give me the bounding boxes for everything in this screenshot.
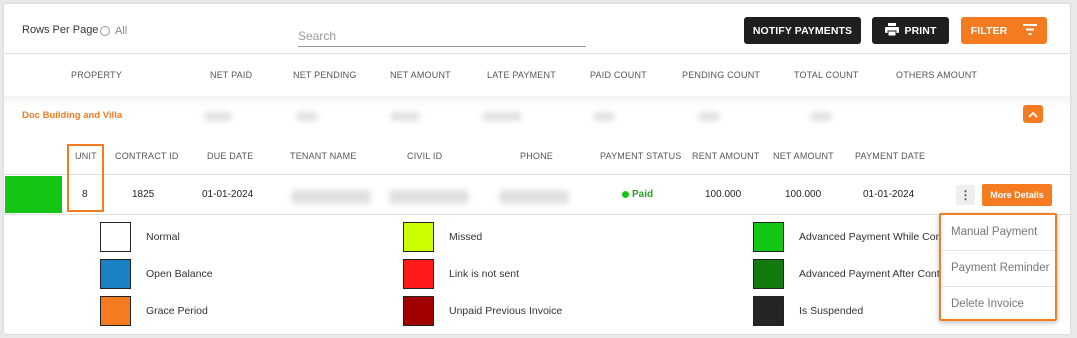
redacted-value <box>390 112 420 121</box>
kebab-menu-icon: ⋮ <box>959 188 972 202</box>
filter-label: FILTER <box>970 24 1008 37</box>
menu-item-manual-payment[interactable]: Manual Payment <box>941 215 1055 249</box>
group-row[interactable] <box>4 96 1070 134</box>
row-actions-button[interactable]: ⋮ <box>956 185 975 205</box>
header-late-payment: LATE PAYMENT <box>487 70 556 80</box>
col-payment-date: PAYMENT DATE <box>855 151 926 161</box>
status-dot-icon <box>622 191 629 198</box>
redacted-tenant-name <box>291 190 371 204</box>
redacted-phone <box>499 190 569 204</box>
col-civil-id: CIVIL ID <box>407 151 443 161</box>
col-rent-amount: RENT AMOUNT <box>692 151 760 161</box>
redacted-value <box>296 112 318 121</box>
menu-item-delete-invoice[interactable]: Delete Invoice <box>941 287 1055 321</box>
col-contract-id: CONTRACT ID <box>115 151 179 161</box>
legend-label-link-not-sent: Link is not sent <box>449 268 520 280</box>
legend-swatch-advanced-while <box>753 222 784 252</box>
more-details-button[interactable]: More Details <box>982 184 1052 206</box>
cell-due-date: 01-01-2024 <box>202 189 254 200</box>
legend-swatch-grace-period <box>100 296 131 326</box>
header-total-count: TOTAL COUNT <box>794 70 859 80</box>
legend-label-open-balance: Open Balance <box>146 268 213 280</box>
col-tenant-name: TENANT NAME <box>290 151 357 161</box>
col-due-date: DUE DATE <box>207 151 254 161</box>
col-phone: PHONE <box>520 151 554 161</box>
legend-swatch-suspended <box>753 296 784 326</box>
redacted-value <box>810 112 832 121</box>
legend-label-missed: Missed <box>449 231 483 243</box>
payment-status-label: Paid <box>632 189 654 200</box>
legend-swatch-normal <box>100 222 131 252</box>
redacted-civil-id <box>389 190 469 204</box>
cell-unit: 8 <box>82 189 88 200</box>
header-others-amount: OTHERS AMOUNT <box>896 70 978 80</box>
col-payment-status: PAYMENT STATUS <box>600 151 682 161</box>
rows-all-radio[interactable] <box>100 26 110 36</box>
filter-button[interactable]: FILTER <box>961 17 1047 44</box>
header-net-amount: NET AMOUNT <box>390 70 451 80</box>
legend-label-advanced-while: Advanced Payment While Con <box>799 231 942 243</box>
notify-payments-label: NOTIFY PAYMENTS <box>752 24 853 37</box>
header-paid-count: PAID COUNT <box>590 70 647 80</box>
legend-label-advanced-after: Advanced Payment After Cont <box>799 268 940 280</box>
filter-icon <box>1023 23 1038 38</box>
row-status-indicator <box>5 176 62 213</box>
rows-per-page-label: Rows Per Page <box>22 24 99 36</box>
row-divider <box>4 174 1070 175</box>
menu-item-payment-reminder[interactable]: Payment Reminder <box>941 251 1055 285</box>
legend-swatch-link-not-sent <box>403 259 434 289</box>
legend-label-grace-period: Grace Period <box>146 305 208 317</box>
chevron-up-icon <box>1028 105 1038 123</box>
legend-swatch-open-balance <box>100 259 131 289</box>
cell-contract-id: 1825 <box>132 189 155 200</box>
cell-net-amount: 100.000 <box>785 189 822 200</box>
col-net-amount: NET AMOUNT <box>773 151 834 161</box>
row-actions-menu: Manual Payment Payment Reminder Delete I… <box>939 213 1057 321</box>
payments-panel: Rows Per Page All NOTIFY PAYMENTS PRINT … <box>4 4 1070 334</box>
legend-swatch-unpaid-previous <box>403 296 434 326</box>
cell-payment-date: 01-01-2024 <box>863 189 915 200</box>
unit-highlight <box>67 144 104 212</box>
legend-divider <box>4 214 1070 215</box>
search-input[interactable] <box>298 22 586 47</box>
redacted-value <box>698 112 720 121</box>
header-pending-count: PENDING COUNT <box>682 70 761 80</box>
group-title: Doc Building and Villa <box>22 110 123 121</box>
printer-icon <box>884 22 899 39</box>
legend-swatch-missed <box>403 222 434 252</box>
print-button[interactable]: PRINT <box>872 17 949 44</box>
redacted-value <box>482 112 522 121</box>
header-net-paid: NET PAID <box>210 70 253 80</box>
rows-all-label[interactable]: All <box>115 25 127 37</box>
header-net-pending: NET PENDING <box>293 70 357 80</box>
header-property: PROPERTY <box>71 70 122 80</box>
redacted-value <box>204 112 232 121</box>
toolbar-divider <box>4 53 1070 54</box>
legend-swatch-advanced-after <box>753 259 784 289</box>
legend-label-unpaid-previous: Unpaid Previous Invoice <box>449 305 563 317</box>
redacted-value <box>593 112 615 121</box>
print-label: PRINT <box>904 24 937 37</box>
legend-label-normal: Normal <box>146 231 180 243</box>
collapse-button[interactable] <box>1023 105 1043 123</box>
legend-label-suspended: Is Suspended <box>799 305 864 317</box>
notify-payments-button[interactable]: NOTIFY PAYMENTS <box>744 17 861 44</box>
payment-status-badge: Paid <box>622 189 653 200</box>
cell-rent-amount: 100.000 <box>705 189 742 200</box>
